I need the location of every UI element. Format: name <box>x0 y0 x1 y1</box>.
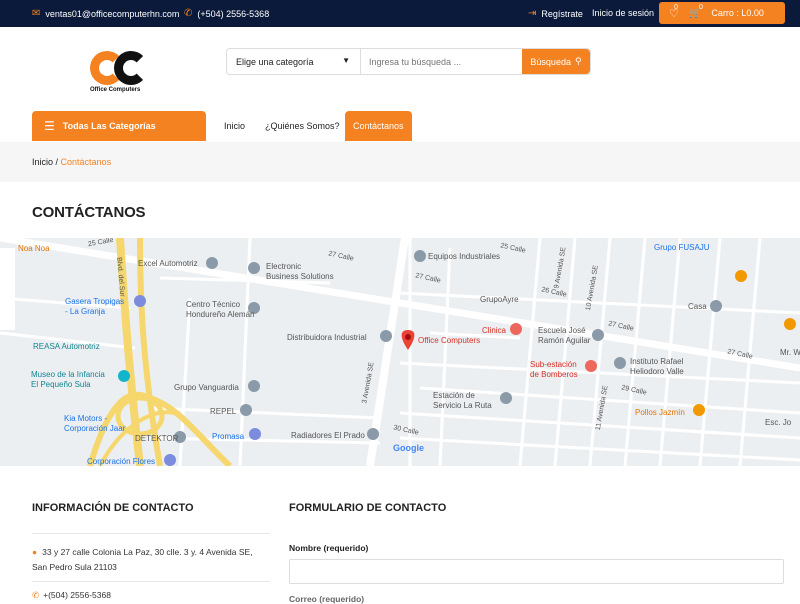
login-link[interactable]: Inicio de sesión <box>592 8 654 18</box>
header: Office Computers Elige una categoría ▼ B… <box>0 27 800 142</box>
all-categories-label: Todas Las Categorías <box>62 121 156 131</box>
logo-text: Office Computers <box>90 87 141 93</box>
caret-down-icon: ▼ <box>342 56 350 65</box>
nav-link-quienes-somos[interactable]: ¿Quiénes Somos? <box>265 111 340 141</box>
topbar-phone[interactable]: ✆ (+504) 2556-5368 <box>184 8 269 19</box>
map-label-esc: Esc. Jo <box>765 418 792 427</box>
breadcrumb-bar: Inicio / Contáctanos <box>0 142 800 182</box>
breadcrumb: Inicio / Contáctanos <box>32 157 111 167</box>
map-label-radiadores: Radiadores El Prado <box>291 431 365 440</box>
map-label-office-computers[interactable]: Office Computers <box>418 336 480 346</box>
google-map[interactable]: Noa Noa 25 Calle Excel Automotriz Electr… <box>0 238 800 466</box>
page-title: CONTÁCTANOS <box>32 204 146 221</box>
map-label-electronic: Electronic Business Solutions <box>266 262 334 281</box>
phone-icon: ✆ <box>184 8 193 19</box>
map-label-grupo-vanguardia: Grupo Vanguardia <box>174 383 239 392</box>
map-label-estacion: Estación de Servicio La Ruta <box>433 391 492 410</box>
cart-button[interactable]: 0 ♡ 0 🛒 Carro : L0.00 <box>659 2 785 24</box>
nav-link-contactanos[interactable]: Contáctanos <box>345 111 412 141</box>
map-label-kia: Kia Motors - Corporación Jaar <box>64 414 126 433</box>
map-label-centro: Centro Técnico Hondureño Alemán <box>186 300 255 319</box>
breadcrumb-home[interactable]: Inicio <box>32 157 53 167</box>
search-button[interactable]: Búsqueda ⚲ <box>522 49 590 74</box>
map-label-mr: Mr. W <box>780 348 800 357</box>
map-label-escuela: Escuela José Ramón Aguilar <box>538 326 591 345</box>
all-categories-button[interactable]: ☰ Todas Las Categorías <box>32 111 206 141</box>
search-icon: ⚲ <box>574 56 582 66</box>
map-marker-icon: ● <box>32 547 38 557</box>
map-label-repel: REPEL <box>210 407 237 416</box>
cart-label: Carro : L0.00 <box>711 8 764 18</box>
phone-icon: ✆ <box>32 590 40 600</box>
cart-count: 0 <box>699 4 703 11</box>
name-label: Nombre (requerido) <box>289 543 369 553</box>
map-label-casa: Casa <box>688 302 707 311</box>
topbar-phone-text: (+504) 2556-5368 <box>197 8 270 19</box>
contact-phone-text: +(504) 2556-5368 <box>43 590 111 600</box>
search-input[interactable] <box>361 49 522 74</box>
wishlist-count: 0 <box>674 4 678 11</box>
login-label: Inicio de sesión <box>592 8 655 18</box>
topbar-email[interactable]: ✉ ventas01@officecomputerhn.com <box>32 8 179 19</box>
map-label-noa-noa: Noa Noa <box>18 244 50 253</box>
top-bar: ✉ ventas01@officecomputerhn.com ✆ (+504)… <box>0 0 800 27</box>
map-label-gasera: Gasera Tropigas - La Granja <box>65 297 125 316</box>
map-label-reasa: REASA Automotriz <box>33 342 100 351</box>
map-label-distribuidora: Distribuidora Industrial <box>287 333 367 342</box>
category-select-value: Elige una categoría <box>236 57 314 67</box>
map-label-equipos: Equipos Industriales <box>428 252 501 261</box>
breadcrumb-separator: / <box>53 157 61 167</box>
map-label-clinica: Clinica <box>482 326 507 335</box>
map-label-subestacion: Sub-estación de Bomberos <box>530 360 578 379</box>
logo-c-black <box>114 51 148 85</box>
breadcrumb-current: Contáctanos <box>60 157 112 167</box>
contact-address: ● 33 y 27 calle Colonia La Paz, 30 clle. … <box>32 545 272 575</box>
contact-info-title: INFORMACIÓN DE CONTACTO <box>32 502 194 514</box>
topbar-email-text: ventas01@officecomputerhn.com <box>45 8 180 19</box>
name-input[interactable] <box>289 559 784 584</box>
address-line-1: 33 y 27 calle Colonia La Paz, 30 clle. 3… <box>42 547 253 557</box>
map-label-grupoayre: GrupoAyre <box>480 295 519 304</box>
google-logo: Google <box>393 443 424 453</box>
map-label-detektor: DETEKTOR <box>135 434 179 443</box>
hamburger-icon: ☰ <box>44 119 55 133</box>
map-label-corporacion: Corporación Flores <box>87 457 156 466</box>
search-button-label: Búsqueda <box>530 56 571 67</box>
contact-phone[interactable]: ✆ +(504) 2556-5368 <box>32 590 111 601</box>
category-select[interactable]: Elige una categoría ▼ <box>227 49 361 74</box>
map-label-grupo-fusaju: Grupo FUSAJU <box>654 243 710 252</box>
map-label-museo: Museo de la Infancia El Pequeño Sula <box>31 370 105 389</box>
divider <box>32 533 270 534</box>
map-label-instituto: Instituto Rafael Heliodoro Valle <box>630 357 684 376</box>
contact-form-title: FORMULARIO DE CONTACTO <box>289 502 447 514</box>
search-bar: Elige una categoría ▼ Búsqueda ⚲ <box>226 48 591 75</box>
divider <box>32 581 270 582</box>
sign-in-icon: ⇥ <box>528 8 537 19</box>
register-link[interactable]: ⇥ Regístrate <box>528 8 583 19</box>
email-label: Correo (requerido) <box>289 594 365 604</box>
envelope-icon: ✉ <box>32 8 41 19</box>
map-label-promasa: Promasa <box>212 432 245 441</box>
address-line-2: San Pedro Sula 21103 <box>32 562 117 572</box>
site-logo[interactable]: Office Computers <box>88 49 152 99</box>
nav-link-inicio[interactable]: Inicio <box>224 111 245 141</box>
map-label-excel: Excel Automotriz <box>138 259 198 268</box>
register-label: Regístrate <box>541 8 583 19</box>
map-label-pollos: Pollos Jazmín <box>635 408 685 417</box>
